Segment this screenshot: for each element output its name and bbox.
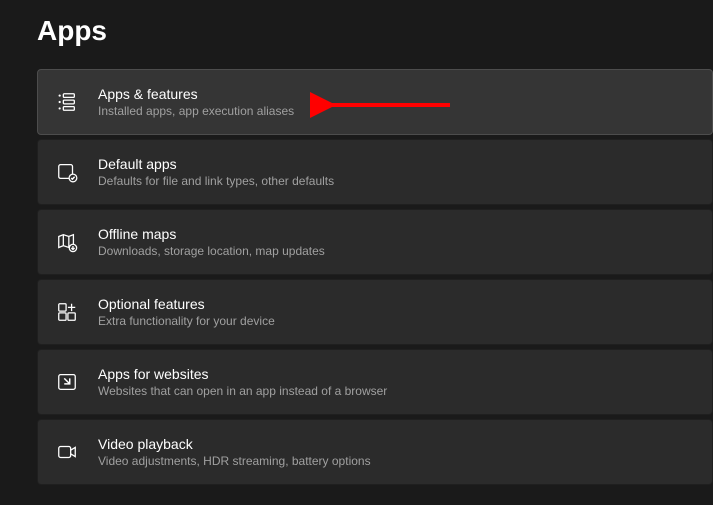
item-title: Video playback	[98, 436, 371, 452]
item-offline-maps[interactable]: Offline maps Downloads, storage location…	[37, 209, 713, 275]
item-subtitle: Websites that can open in an app instead…	[98, 384, 387, 398]
item-subtitle: Video adjustments, HDR streaming, batter…	[98, 454, 371, 468]
item-subtitle: Downloads, storage location, map updates	[98, 244, 325, 258]
item-subtitle: Extra functionality for your device	[98, 314, 275, 328]
apps-and-features-icon	[56, 91, 78, 113]
item-video-playback[interactable]: Video playback Video adjustments, HDR st…	[37, 419, 713, 485]
page-title: Apps	[0, 0, 713, 47]
item-title: Default apps	[98, 156, 334, 172]
item-subtitle: Defaults for file and link types, other …	[98, 174, 334, 188]
item-apps-and-features[interactable]: Apps & features Installed apps, app exec…	[37, 69, 713, 135]
video-playback-icon	[56, 441, 78, 463]
item-title: Optional features	[98, 296, 275, 312]
item-subtitle: Installed apps, app execution aliases	[98, 104, 294, 118]
apps-for-websites-icon	[56, 371, 78, 393]
item-title: Apps for websites	[98, 366, 387, 382]
item-optional-features[interactable]: Optional features Extra functionality fo…	[37, 279, 713, 345]
item-default-apps[interactable]: Default apps Defaults for file and link …	[37, 139, 713, 205]
item-title: Apps & features	[98, 86, 294, 102]
default-apps-icon	[56, 161, 78, 183]
settings-list: Apps & features Installed apps, app exec…	[0, 47, 713, 485]
item-apps-for-websites[interactable]: Apps for websites Websites that can open…	[37, 349, 713, 415]
optional-features-icon	[56, 301, 78, 323]
item-title: Offline maps	[98, 226, 325, 242]
offline-maps-icon	[56, 231, 78, 253]
